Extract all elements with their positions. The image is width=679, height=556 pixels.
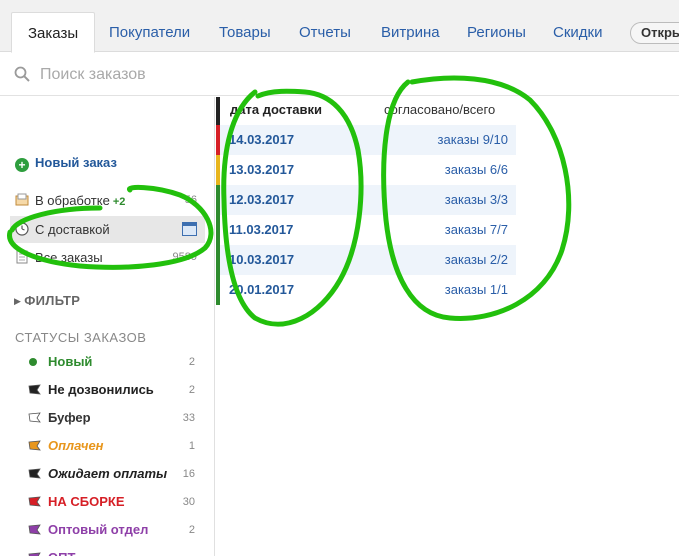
status-item[interactable]: Оплачен 1 (28, 434, 203, 458)
delivery-date-link[interactable]: 14.03.2017 (229, 125, 294, 155)
status-item[interactable]: Оптовый отдел 2 (28, 518, 203, 542)
purple-flag-icon (28, 552, 41, 556)
purple-flag-icon (28, 524, 41, 535)
triangle-right-icon: ▶ (14, 296, 22, 306)
status-label: Оптовый отдел (48, 522, 149, 537)
status-bar (216, 185, 220, 215)
plus-icon: + (15, 158, 29, 172)
tab-products[interactable]: Товары (203, 12, 287, 53)
tab-regions[interactable]: Регионы (451, 12, 542, 53)
sidebar-item-label: В обработке (35, 193, 110, 208)
status-label: Ожидает оплаты (48, 466, 168, 481)
orders-agreed-link[interactable]: заказы 6/6 (376, 155, 508, 185)
orders-agreed-link[interactable]: заказы 1/1 (376, 275, 508, 305)
tab-reports[interactable]: Отчеты (283, 12, 367, 53)
sidebar-item-label: Все заказы (35, 250, 103, 265)
sidebar-item-label: С доставкой (35, 222, 110, 237)
status-label: Новый (48, 354, 93, 369)
status-bar (216, 125, 220, 155)
new-order-button[interactable]: + Новый заказ (15, 155, 117, 172)
header-bar (216, 97, 220, 125)
delivery-table: дата доставки согласовано/всего 14.03.20… (216, 97, 679, 556)
status-count: 2 (188, 384, 195, 396)
table-row[interactable]: 12.03.2017 заказы 3/3 (216, 185, 516, 215)
table-row[interactable]: 14.03.2017 заказы 9/10 (216, 125, 516, 155)
status-bar (216, 155, 220, 185)
tab-customers[interactable]: Покупатели (93, 12, 206, 53)
top-nav-bar: Заказы Покупатели Товары Отчеты Витрина … (0, 0, 679, 53)
item-count: 9589 (172, 251, 197, 263)
inbox-icon (15, 193, 29, 206)
filter-label: ФИЛЬТР (24, 293, 81, 308)
status-bar (216, 215, 220, 245)
column-header-delivery-date[interactable]: дата доставки (230, 101, 322, 119)
search-input[interactable] (40, 61, 640, 89)
tab-storefront[interactable]: Витрина (365, 12, 456, 53)
statuses-heading: СТАТУСЫ ЗАКАЗОВ (15, 330, 147, 345)
red-flag-icon (28, 496, 41, 507)
status-count: 2 (188, 356, 195, 368)
sidebar-item-processing[interactable]: В обработке +2 56 (10, 187, 205, 214)
status-bar (216, 245, 220, 275)
tab-orders[interactable]: Заказы (11, 12, 96, 53)
open-button[interactable]: Откры (630, 22, 679, 44)
sidebar: + Новый заказ В обработке +2 56 С доставко… (0, 97, 215, 556)
delivery-date-link[interactable]: 12.03.2017 (229, 185, 294, 215)
delivery-date-link[interactable]: 13.03.2017 (229, 155, 294, 185)
filter-toggle[interactable]: ▶ ФИЛЬТР (14, 293, 80, 308)
status-item[interactable]: Не дозвонились 2 (28, 378, 203, 402)
yellow-flag-icon (28, 440, 41, 451)
tab-discounts[interactable]: Скидки (537, 12, 618, 53)
sidebar-item-with-delivery[interactable]: С доставкой (10, 216, 205, 243)
orders-agreed-link[interactable]: заказы 2/2 (376, 245, 508, 275)
table-row[interactable]: 20.01.2017 заказы 1/1 (216, 275, 516, 305)
status-label: Буфер (48, 410, 91, 425)
status-count: 1 (188, 440, 195, 452)
clock-icon (15, 222, 29, 236)
table-row[interactable]: 11.03.2017 заказы 7/7 (216, 215, 516, 245)
new-count-badge: +2 (112, 196, 126, 208)
orders-agreed-link[interactable]: заказы 9/10 (376, 125, 508, 155)
search-icon (14, 66, 30, 82)
status-label: Не дозвонились (48, 382, 154, 397)
delivery-date-link[interactable]: 20.01.2017 (229, 275, 294, 305)
calendar-icon[interactable] (182, 222, 197, 236)
table-row[interactable]: 13.03.2017 заказы 6/6 (216, 155, 516, 185)
status-label: Оплачен (48, 438, 104, 453)
search-bar (0, 53, 679, 96)
orders-agreed-link[interactable]: заказы 7/7 (376, 215, 508, 245)
column-header-agreed-total[interactable]: согласовано/всего (384, 101, 495, 119)
status-label: НА СБОРКЕ (48, 494, 125, 509)
status-item[interactable]: Ожидает оплаты 16 (28, 462, 203, 486)
status-count: 2 (188, 524, 195, 536)
black-flag-icon (28, 468, 41, 479)
status-item[interactable]: НА СБОРКЕ 30 (28, 490, 203, 514)
item-count: 56 (184, 194, 197, 206)
status-bar (216, 275, 220, 305)
table-row[interactable]: 10.03.2017 заказы 2/2 (216, 245, 516, 275)
new-order-label: Новый заказ (35, 155, 117, 170)
sidebar-item-all-orders[interactable]: Все заказы 9589 (10, 244, 205, 271)
status-label: ОПТ (48, 546, 75, 556)
status-count: 33 (182, 412, 195, 424)
status-item[interactable]: ОПТ (28, 546, 203, 556)
black-flag-icon (28, 384, 41, 395)
status-item[interactable]: Буфер 33 (28, 406, 203, 430)
status-item[interactable]: Новый 2 (28, 350, 203, 374)
document-icon (16, 250, 28, 264)
green-dot-icon (29, 358, 37, 366)
delivery-date-link[interactable]: 11.03.2017 (229, 215, 293, 245)
status-count: 16 (182, 468, 195, 480)
status-count: 30 (182, 496, 195, 508)
orders-agreed-link[interactable]: заказы 3/3 (376, 185, 508, 215)
white-flag-icon (28, 412, 41, 423)
delivery-date-link[interactable]: 10.03.2017 (229, 245, 294, 275)
